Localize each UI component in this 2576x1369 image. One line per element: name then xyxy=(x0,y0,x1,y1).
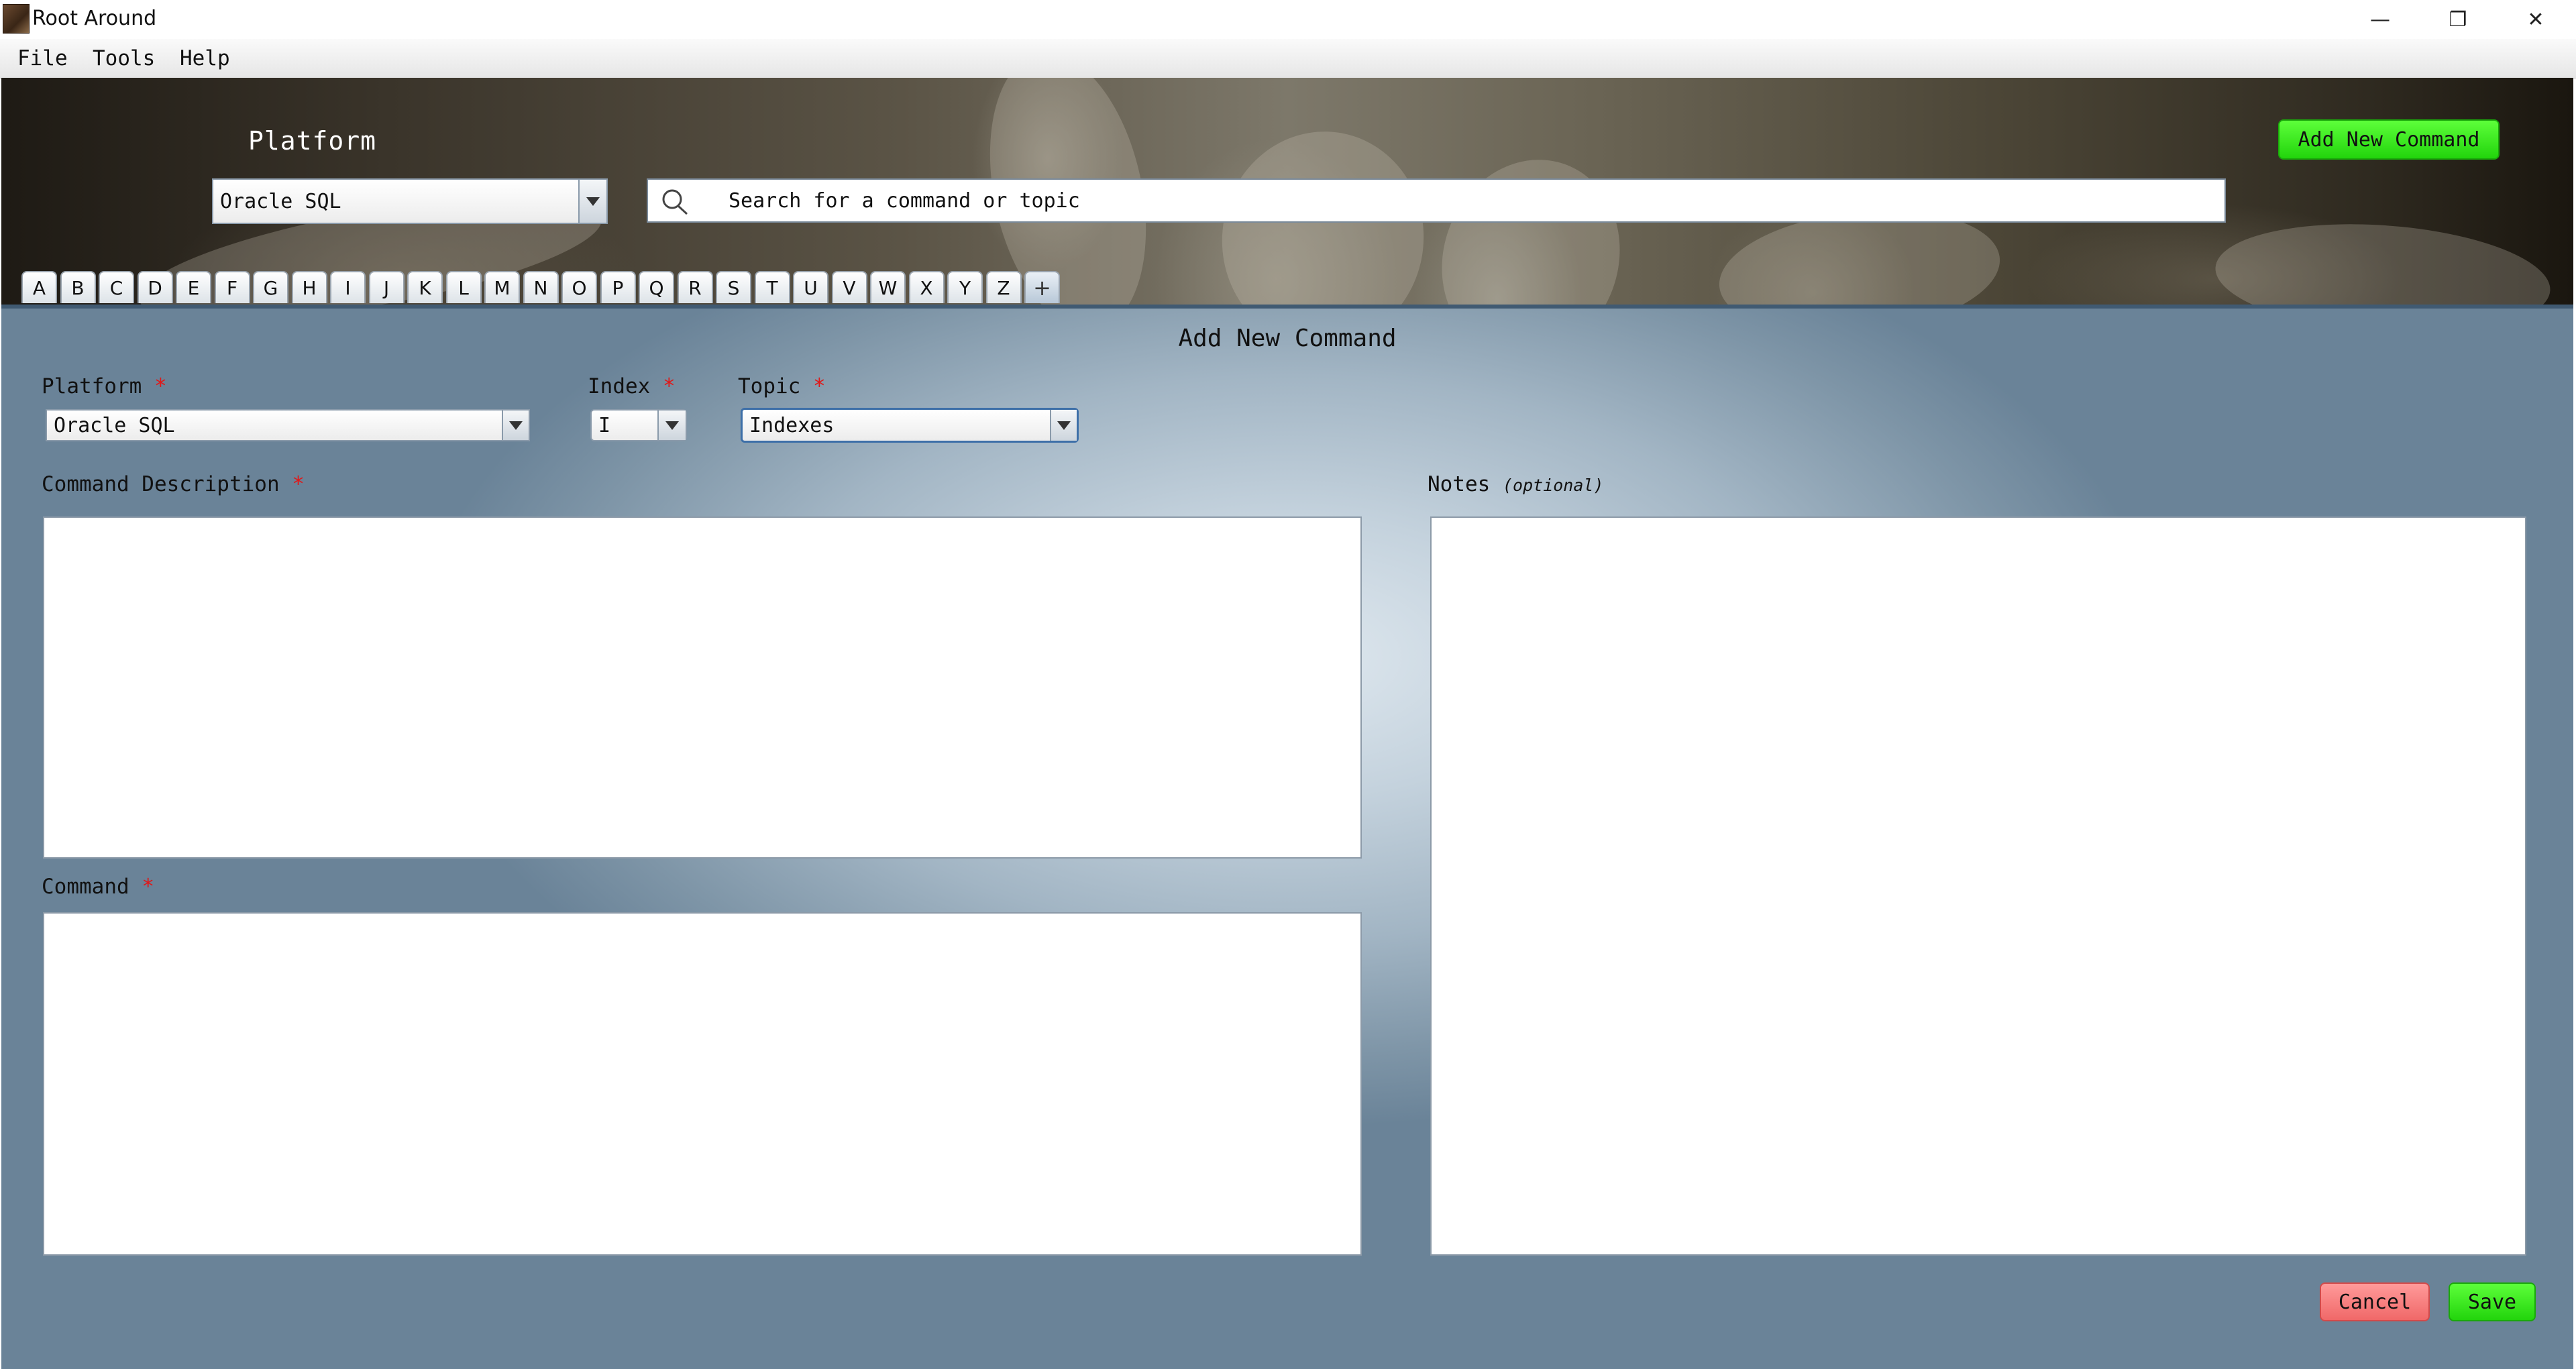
letter-tabs: A B C D E F G H I J K L M N O P Q R S T … xyxy=(21,271,1063,305)
platform-select-value: Oracle SQL xyxy=(54,413,175,437)
platform-label-text: Platform xyxy=(42,374,142,398)
add-command-panel: Add New Command Platform * Oracle SQL In… xyxy=(1,305,2573,1369)
required-marker: * xyxy=(813,374,826,398)
index-label-text: Index xyxy=(588,374,651,398)
platform-label: Platform * xyxy=(42,374,167,398)
letter-tab[interactable]: I xyxy=(330,271,366,303)
index-select[interactable]: I xyxy=(590,409,687,441)
letter-tab[interactable]: Y xyxy=(947,271,983,303)
letter-tab[interactable]: O xyxy=(561,271,597,303)
topic-label: Topic * xyxy=(738,374,826,398)
letter-tab[interactable]: B xyxy=(60,271,96,303)
notes-optional-hint: (optional) xyxy=(1503,476,1604,495)
cancel-button[interactable]: Cancel xyxy=(2320,1282,2430,1321)
letter-tab[interactable]: W xyxy=(870,271,906,303)
notes-label-text: Notes xyxy=(1428,472,1491,496)
command-textarea[interactable] xyxy=(43,912,1362,1256)
letter-tab[interactable]: T xyxy=(754,271,790,303)
topic-label-text: Topic xyxy=(738,374,801,398)
platform-select[interactable]: Oracle SQL xyxy=(46,409,530,441)
notes-label: Notes (optional) xyxy=(1428,472,1604,496)
search-input[interactable] xyxy=(729,180,2191,221)
menu-tools[interactable]: Tools xyxy=(89,42,159,75)
required-marker: * xyxy=(663,374,676,398)
header-platform-select[interactable]: Oracle SQL xyxy=(212,178,608,224)
window-title: Root Around xyxy=(32,7,157,30)
description-label: Command Description * xyxy=(42,472,305,496)
page-title: Add New Command xyxy=(1178,325,1397,352)
topic-select[interactable]: Indexes xyxy=(741,408,1079,443)
letter-tab[interactable]: H xyxy=(291,271,327,303)
letter-tab[interactable]: N xyxy=(523,271,559,303)
required-marker: * xyxy=(292,472,305,496)
save-button[interactable]: Save xyxy=(2449,1282,2536,1321)
letter-tab[interactable]: G xyxy=(253,271,288,303)
add-letter-tab[interactable]: + xyxy=(1024,271,1060,303)
header-platform-label: Platform xyxy=(248,126,377,156)
search-icon xyxy=(662,189,688,215)
letter-tab[interactable]: R xyxy=(677,271,713,303)
topic-select-value: Indexes xyxy=(749,413,835,437)
notes-textarea[interactable] xyxy=(1430,516,2526,1256)
description-textarea[interactable] xyxy=(43,516,1362,859)
required-marker: * xyxy=(154,374,167,398)
letter-tab[interactable]: M xyxy=(484,271,520,303)
letter-tab[interactable]: F xyxy=(214,271,250,303)
search-bar[interactable] xyxy=(647,178,2226,223)
description-label-text: Command Description xyxy=(42,472,280,496)
maximize-button[interactable]: ❐ xyxy=(2419,0,2497,39)
banner-root-shape xyxy=(2212,213,2554,305)
index-select-value: I xyxy=(598,413,611,437)
letter-tab[interactable]: J xyxy=(368,271,405,303)
chevron-down-icon[interactable] xyxy=(578,180,606,223)
letter-tab[interactable]: X xyxy=(908,271,945,303)
letter-tab[interactable]: E xyxy=(176,271,211,303)
add-new-command-button[interactable]: Add New Command xyxy=(2278,119,2500,160)
letter-tab[interactable]: A xyxy=(21,271,57,303)
title-bar: Root Around — ❐ ✕ xyxy=(0,0,2576,39)
close-button[interactable]: ✕ xyxy=(2497,0,2575,39)
letter-tab[interactable]: S xyxy=(716,271,751,303)
letter-tab[interactable]: K xyxy=(407,271,443,303)
minimize-button[interactable]: — xyxy=(2341,0,2419,39)
chevron-down-icon[interactable] xyxy=(657,410,686,440)
app-window: Root Around — ❐ ✕ File Tools Help Platfo… xyxy=(0,0,2576,1369)
header-platform-value: Oracle SQL xyxy=(220,189,341,213)
command-label: Command * xyxy=(42,875,154,899)
menu-file[interactable]: File xyxy=(13,42,72,75)
chevron-down-icon[interactable] xyxy=(502,410,529,440)
header-banner: Platform Oracle SQL Add New Command A B … xyxy=(1,78,2573,305)
index-label: Index * xyxy=(588,374,676,398)
letter-tab[interactable]: L xyxy=(445,271,482,303)
letter-tab[interactable]: D xyxy=(137,271,173,303)
letter-tab[interactable]: C xyxy=(99,271,134,303)
menu-bar: File Tools Help xyxy=(0,39,2576,78)
command-label-text: Command xyxy=(42,875,129,899)
app-logo-icon xyxy=(3,4,30,34)
letter-tab[interactable]: P xyxy=(600,271,636,303)
letter-tab[interactable]: V xyxy=(831,271,867,303)
letter-tab[interactable]: Q xyxy=(639,271,674,303)
required-marker: * xyxy=(142,875,154,899)
menu-help[interactable]: Help xyxy=(176,42,234,75)
chevron-down-icon[interactable] xyxy=(1050,410,1077,441)
letter-tab[interactable]: U xyxy=(793,271,828,303)
letter-tab[interactable]: Z xyxy=(985,271,1022,303)
